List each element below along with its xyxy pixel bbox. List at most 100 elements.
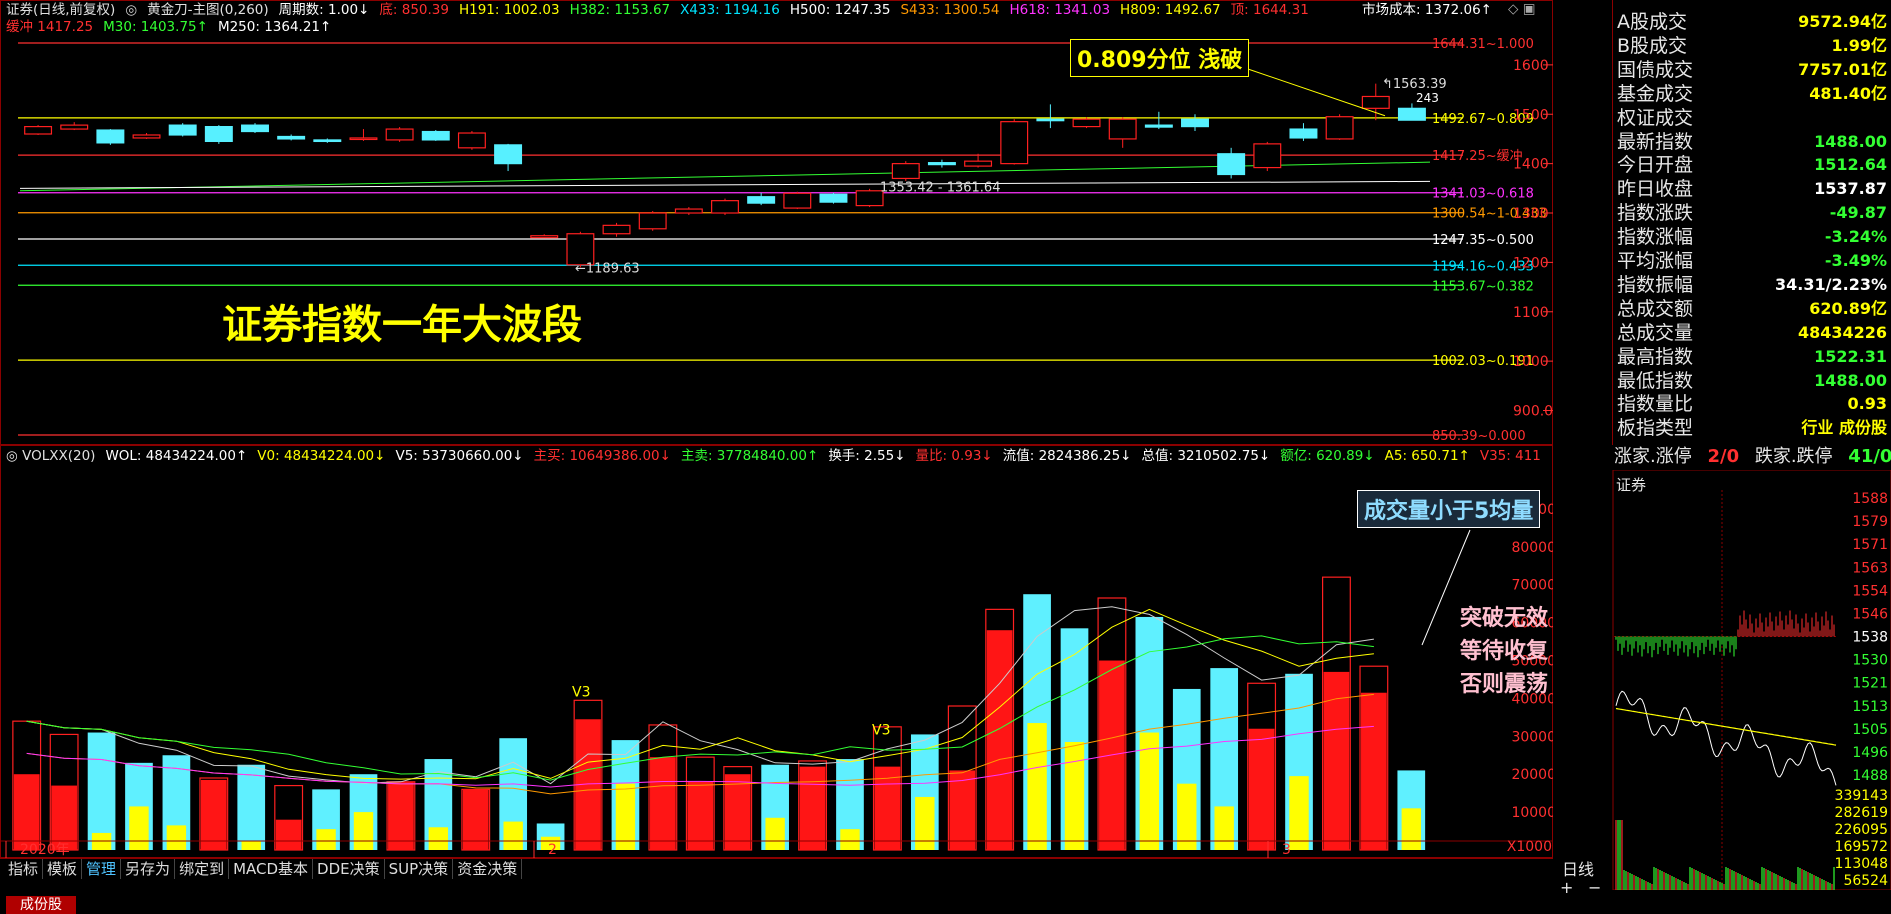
candle-body: [241, 124, 269, 133]
candle-body: [1036, 118, 1065, 122]
volume-sub-bar: [765, 817, 785, 850]
candle-body: [313, 139, 342, 143]
candle-body: [711, 200, 739, 214]
x-tick-label: 2020年: [20, 842, 70, 858]
stat-value: 7757.01亿: [1798, 59, 1887, 79]
stat-row: 指数涨跌 -49.87: [1613, 201, 1891, 225]
toolbar-button[interactable]: SUP决策: [385, 859, 454, 879]
stat-label: 今日开盘: [1617, 154, 1694, 177]
volume-bar: [724, 774, 751, 850]
candle-body: [385, 128, 414, 141]
candle-body: [494, 144, 523, 165]
toolbar-button[interactable]: DDE决策: [313, 859, 385, 879]
candle-body: [927, 162, 956, 166]
zoom-out-button[interactable]: −: [1588, 878, 1601, 897]
toolbar-button[interactable]: 绑定到: [175, 859, 230, 879]
period-label[interactable]: 日线: [1562, 856, 1594, 880]
stat-value: 9572.94亿: [1798, 12, 1887, 31]
candle-body: [855, 190, 884, 207]
bottom-tab-chengfen[interactable]: 成份股: [6, 896, 76, 914]
mini-y-label: 1554: [1852, 583, 1888, 599]
level-label: 1341.03~0.618: [1432, 187, 1534, 202]
mini-avg-line: [1615, 707, 1837, 746]
candle-body: [349, 137, 378, 141]
volume-bar: [986, 630, 1013, 850]
stat-value: 1.99亿: [1831, 35, 1887, 55]
toolbar-button[interactable]: 管理: [82, 859, 122, 879]
vol-y-tick-label: 80000: [1511, 540, 1553, 556]
stat-label: 总成交额: [1617, 297, 1694, 320]
candle-body: [1072, 118, 1101, 128]
volume-bar: [687, 781, 714, 850]
vol-y-tick-label: 70000: [1511, 578, 1553, 594]
candle-body: [891, 163, 920, 180]
toolbar-button[interactable]: 资金决策: [453, 859, 523, 879]
annotation-box-0809: 0.809分位 浅破: [1070, 39, 1250, 77]
unit-label: X1000: [1507, 839, 1552, 855]
chart-title: 证券指数一年大波段: [222, 301, 582, 348]
mini-y-label: 1496: [1852, 745, 1888, 761]
toolbar-button[interactable]: 指标: [4, 859, 44, 879]
mini-vol-label: 56524: [1843, 873, 1888, 889]
stat-row: 最低指数 1488.00: [1613, 369, 1891, 393]
toolbar-button[interactable]: MACD基本: [229, 859, 314, 879]
stat-value: -49.87: [1829, 203, 1887, 223]
annotation-note-3: 否则震荡: [1460, 671, 1549, 697]
volume-chart[interactable]: 1000020000300004000050000600007000080000…: [0, 445, 1553, 858]
vol-y-tick-label: 30000: [1511, 729, 1553, 745]
volume-ma-line: [26, 635, 1374, 781]
stat-value: 1512.64: [1814, 155, 1887, 175]
annotation-note-1: 突破无效: [1460, 605, 1549, 631]
intraday-mini-chart[interactable]: 1588 1579 1571 1563 1554 1546 1538 1530 1521 1513…: [1612, 470, 1891, 890]
candle-body: [964, 160, 993, 167]
candle-body: [457, 132, 486, 149]
stat-row: 指数振幅 34.31/2.23%: [1613, 273, 1891, 297]
candle-body: [747, 196, 776, 204]
down-limit-value: 41/0: [1848, 446, 1891, 467]
x-tick-label: 3: [1282, 842, 1291, 858]
stat-label: 最低指数: [1617, 369, 1694, 392]
toolbar-button[interactable]: 模板: [43, 859, 83, 879]
volume-sub-bar: [166, 825, 187, 850]
volume-bar: [949, 770, 976, 850]
mini-vol-label: 339143: [1835, 788, 1888, 804]
ma-line: [19, 180, 1431, 189]
limit-row: 涨家.涨停 2/0 跌家.跌停 41/0: [1614, 445, 1891, 469]
candle-body: [783, 192, 812, 209]
candle-body: [638, 212, 667, 230]
volume-sub-bar: [1214, 806, 1234, 850]
candle-body: [204, 125, 233, 143]
mini-y-label: 1521: [1852, 676, 1888, 692]
candle-body: [1361, 95, 1390, 109]
range-label: 1353.42 - 1361.64: [880, 181, 1000, 196]
mini-y-label: 1505: [1852, 722, 1888, 738]
y-tick-label: 900.0: [1513, 404, 1553, 420]
candle-body: [1289, 128, 1318, 139]
volume-bar: [237, 764, 266, 850]
v3-label: V3: [872, 722, 890, 738]
down-limit-label: 跌家.跌停: [1754, 446, 1833, 467]
candle-body: [566, 233, 595, 266]
stat-label: 指数量比: [1617, 393, 1694, 416]
mini-y-label: 1546: [1852, 606, 1888, 622]
stat-value: 行业 成份股: [1801, 418, 1887, 438]
candle-body: [1000, 121, 1029, 165]
stat-row: 指数涨幅 -3.24%: [1613, 225, 1891, 249]
stat-row: 基金成交 481.40亿: [1613, 82, 1891, 106]
stat-value: 1488.00: [1814, 370, 1887, 390]
toolbar-button[interactable]: 另存为: [121, 859, 176, 879]
volume-sub-bar: [353, 812, 374, 850]
candle-body: [674, 208, 703, 214]
zoom-in-button[interactable]: +: [1560, 878, 1573, 897]
stat-row: 总成交额 620.89亿: [1613, 297, 1891, 321]
volume-bar: [1361, 692, 1387, 850]
stat-label: 最新指数: [1617, 130, 1694, 153]
price-chart[interactable]: 1644.31~1.0001492.67~0.8091417.25~缓冲1341…: [0, 0, 1553, 445]
stat-row: 最新指数 1488.00: [1613, 130, 1891, 154]
vol-y-tick-label: 20000: [1511, 767, 1553, 783]
y-tick-label: 1000: [1513, 354, 1549, 370]
up-limit-value: 2/0: [1707, 446, 1740, 467]
stat-label: 平均涨幅: [1617, 250, 1694, 272]
stat-value: -3.24%: [1824, 227, 1887, 247]
stat-label: 昨日收盘: [1617, 178, 1694, 201]
